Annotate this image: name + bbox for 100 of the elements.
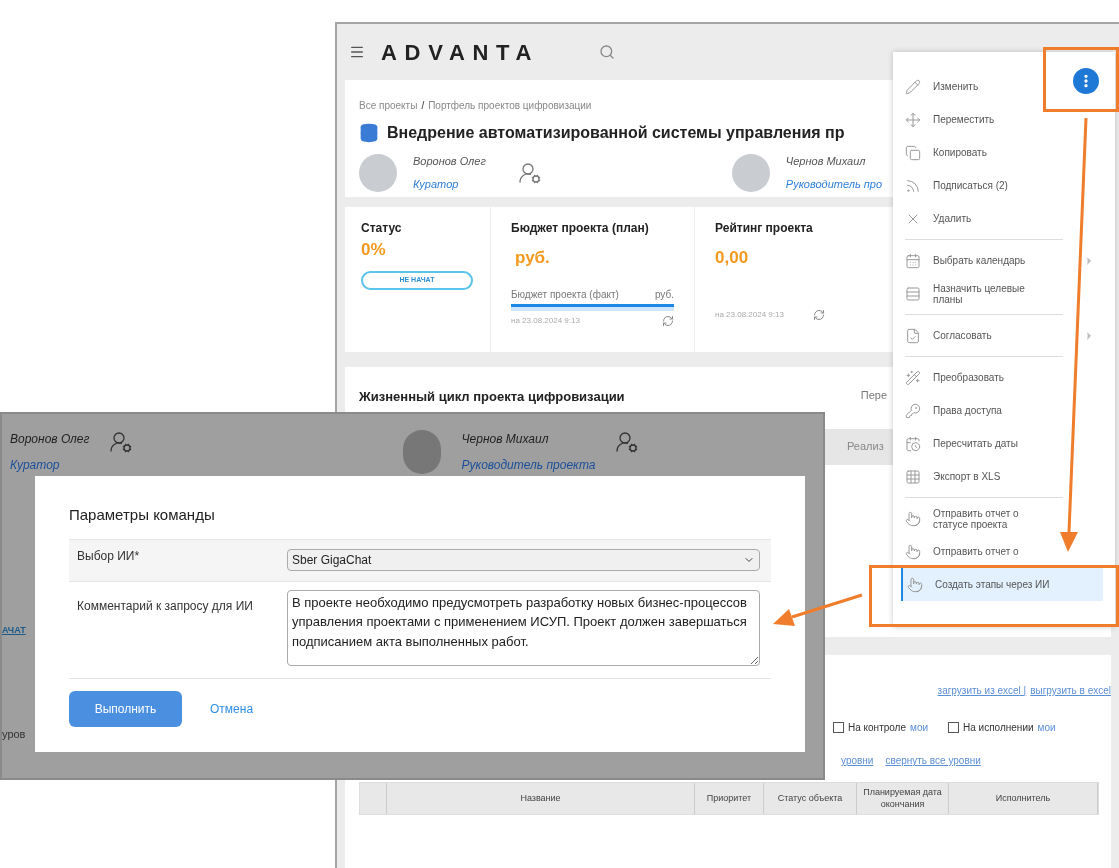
menu-item[interactable]: Переместить bbox=[901, 103, 1103, 136]
reassign-icon bbox=[615, 430, 640, 454]
project-title: Внедрение автоматизированной системы управления пр bbox=[387, 123, 845, 143]
menu-item-label: Подписаться (2) bbox=[933, 180, 1009, 191]
person-name: Воронов Олег bbox=[10, 431, 90, 448]
avatar bbox=[731, 153, 770, 192]
menu-item[interactable]: Копировать bbox=[901, 136, 1103, 169]
text-fragment: уров bbox=[2, 727, 26, 742]
level-link[interactable]: уровни bbox=[841, 753, 874, 768]
menu-item-label: Назначить целевые планы bbox=[933, 282, 1026, 305]
menu-item-label: Копировать bbox=[933, 147, 988, 158]
metric-sub-label: Бюджет проекта (факт) bbox=[511, 287, 619, 302]
metric-label: Бюджет проекта (план) bbox=[511, 220, 650, 237]
reassign-icon bbox=[109, 430, 134, 454]
checkbox[interactable] bbox=[833, 722, 844, 733]
ai-select[interactable]: Sber GigaChat bbox=[287, 549, 760, 571]
database-icon bbox=[359, 123, 379, 143]
badge-fragment: АЧАТ bbox=[2, 624, 26, 637]
menu-item-label: Выбрать календарь bbox=[933, 255, 1027, 266]
document-check-icon bbox=[905, 327, 921, 344]
section-title: Жизненный цикл проекта цифровизации bbox=[359, 388, 625, 406]
breadcrumb-link[interactable]: Портфель проектов цифровизации bbox=[428, 98, 592, 113]
menu-item-label: Создать этапы через ИИ bbox=[935, 579, 1051, 590]
move-icon bbox=[905, 111, 921, 128]
menu-item[interactable]: Согласовать bbox=[901, 319, 1103, 352]
level-link[interactable]: свернуть все уровни bbox=[885, 753, 981, 768]
calendar-icon bbox=[905, 252, 921, 269]
metric-label: Статус bbox=[361, 220, 403, 237]
calendar-clock-icon bbox=[905, 435, 921, 452]
comment-field[interactable]: В проекте необходимо предусмотреть разработку новых бизнес-процессов управления проектами с применением ИСУП. Проект должен завершаться подписанием акта выполненных работ. bbox=[287, 589, 760, 666]
person-name: Чернов Михаил bbox=[785, 154, 867, 169]
import-link[interactable]: загрузить из excel | bbox=[937, 683, 1027, 698]
rss-icon bbox=[905, 177, 921, 194]
dialog-title: Параметры команды bbox=[69, 505, 216, 525]
breadcrumb-link[interactable]: Все проекты bbox=[359, 98, 418, 113]
menu-item[interactable]: Создать этапы через ИИ bbox=[901, 568, 1103, 601]
filter-label: На контроле bbox=[848, 721, 906, 735]
menu-item-label: Отправить отчет о bbox=[933, 546, 1020, 557]
export-link[interactable]: выгрузить в excel bbox=[1030, 683, 1111, 698]
reassign-icon[interactable] bbox=[517, 160, 542, 185]
refresh-icon[interactable] bbox=[662, 314, 674, 327]
menu-item[interactable]: Преобразовать bbox=[901, 361, 1103, 394]
table-header-cell: Приоритет bbox=[695, 783, 764, 814]
menu-item-label: Преобразовать bbox=[933, 372, 1005, 383]
menu-item-label: Удалить bbox=[933, 213, 973, 224]
filter-link[interactable]: мои bbox=[910, 720, 929, 735]
menu-icon[interactable] bbox=[349, 44, 365, 60]
avatar bbox=[359, 153, 397, 192]
table-header-cell: Статус объекта bbox=[764, 783, 857, 814]
menu-item-label: Отправить отчет о статусе проекта bbox=[933, 507, 1020, 530]
copy-icon bbox=[905, 144, 921, 161]
person-name: Чернов Михаил bbox=[461, 431, 550, 448]
menu-item-label: Права доступа bbox=[933, 405, 1003, 416]
key-icon bbox=[905, 402, 921, 419]
field-label: Выбор ИИ* bbox=[77, 547, 141, 564]
metric-value: 0,00 bbox=[715, 247, 750, 269]
menu-item[interactable]: Экспорт в XLS bbox=[901, 460, 1103, 493]
table-header-cell: Планируемая дата окончания bbox=[857, 783, 949, 814]
field-label: Комментарий к запросу для ИИ bbox=[77, 597, 254, 614]
menu-item[interactable]: Назначить целевые планы bbox=[901, 277, 1103, 310]
menu-item-label: Изменить bbox=[933, 81, 980, 92]
pencil-icon bbox=[905, 78, 921, 95]
more-button[interactable] bbox=[1073, 68, 1099, 94]
menu-item[interactable]: Изменить bbox=[901, 70, 1103, 103]
metric-value: руб. bbox=[515, 247, 551, 269]
grid-icon bbox=[905, 468, 921, 485]
menu-item-label: Согласовать bbox=[933, 330, 993, 341]
menu-item[interactable]: Права доступа bbox=[901, 394, 1103, 427]
menu-item[interactable]: Подписаться (2) bbox=[901, 169, 1103, 202]
update-date: на 23.08.2024 9:13 bbox=[715, 308, 784, 321]
menu-item-label: Переместить bbox=[933, 114, 996, 125]
pointer-icon bbox=[905, 510, 921, 527]
table-header-cell: Исполнитель bbox=[949, 783, 1098, 814]
menu-item[interactable]: Отправить отчет о статусе проекта bbox=[901, 502, 1103, 535]
person-name: Воронов Олег bbox=[413, 154, 486, 169]
role-link[interactable]: Куратор bbox=[413, 175, 486, 192]
menu-item[interactable]: Отправить отчет о bbox=[901, 535, 1103, 568]
table-header-cell: Название bbox=[387, 783, 695, 814]
column-header: Пере bbox=[860, 388, 887, 403]
checkbox[interactable] bbox=[948, 722, 960, 733]
logo: ADVANTA bbox=[381, 38, 540, 67]
rows-icon bbox=[905, 285, 921, 302]
filter-link[interactable]: мои bbox=[1037, 720, 1056, 735]
menu-item[interactable]: Выбрать календарь bbox=[901, 244, 1103, 277]
avatar bbox=[403, 430, 442, 474]
cancel-link[interactable]: Отмена bbox=[210, 699, 254, 718]
menu-item-label: Экспорт в XLS bbox=[933, 471, 1002, 482]
breadcrumb-separator: / bbox=[421, 99, 425, 113]
filter-label: На исполнении bbox=[963, 721, 1034, 735]
update-date: на 23.08.2024 9:13 bbox=[511, 314, 580, 327]
metric-value: 0% bbox=[361, 239, 387, 261]
menu-item-label: Пересчитать даты bbox=[933, 438, 1019, 449]
search-icon[interactable] bbox=[599, 44, 616, 60]
metric-label: Рейтинг проекта bbox=[715, 220, 814, 237]
menu-item[interactable]: Пересчитать даты bbox=[901, 427, 1103, 460]
wand-icon bbox=[905, 369, 921, 386]
menu-item[interactable]: Удалить bbox=[901, 202, 1103, 235]
role-link[interactable]: Руководитель про bbox=[785, 175, 883, 192]
refresh-icon[interactable] bbox=[813, 308, 825, 321]
pointer-icon bbox=[905, 543, 921, 560]
